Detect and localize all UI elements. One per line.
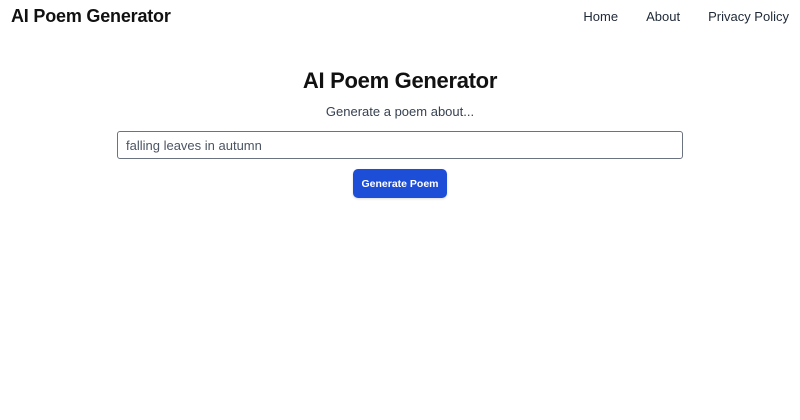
- nav-link-privacy-policy[interactable]: Privacy Policy: [708, 9, 789, 24]
- generate-poem-button[interactable]: Generate Poem: [353, 169, 447, 198]
- nav-link-home[interactable]: Home: [583, 9, 618, 24]
- nav-links: Home About Privacy Policy: [583, 9, 789, 24]
- prompt-label: Generate a poem about...: [325, 104, 475, 119]
- page-title: AI Poem Generator: [302, 68, 498, 93]
- nav-link-about[interactable]: About: [646, 9, 680, 24]
- poem-topic-input[interactable]: [117, 131, 683, 159]
- navbar: AI Poem Generator Home About Privacy Pol…: [0, 0, 800, 33]
- brand-logo-text[interactable]: AI Poem Generator: [11, 6, 171, 27]
